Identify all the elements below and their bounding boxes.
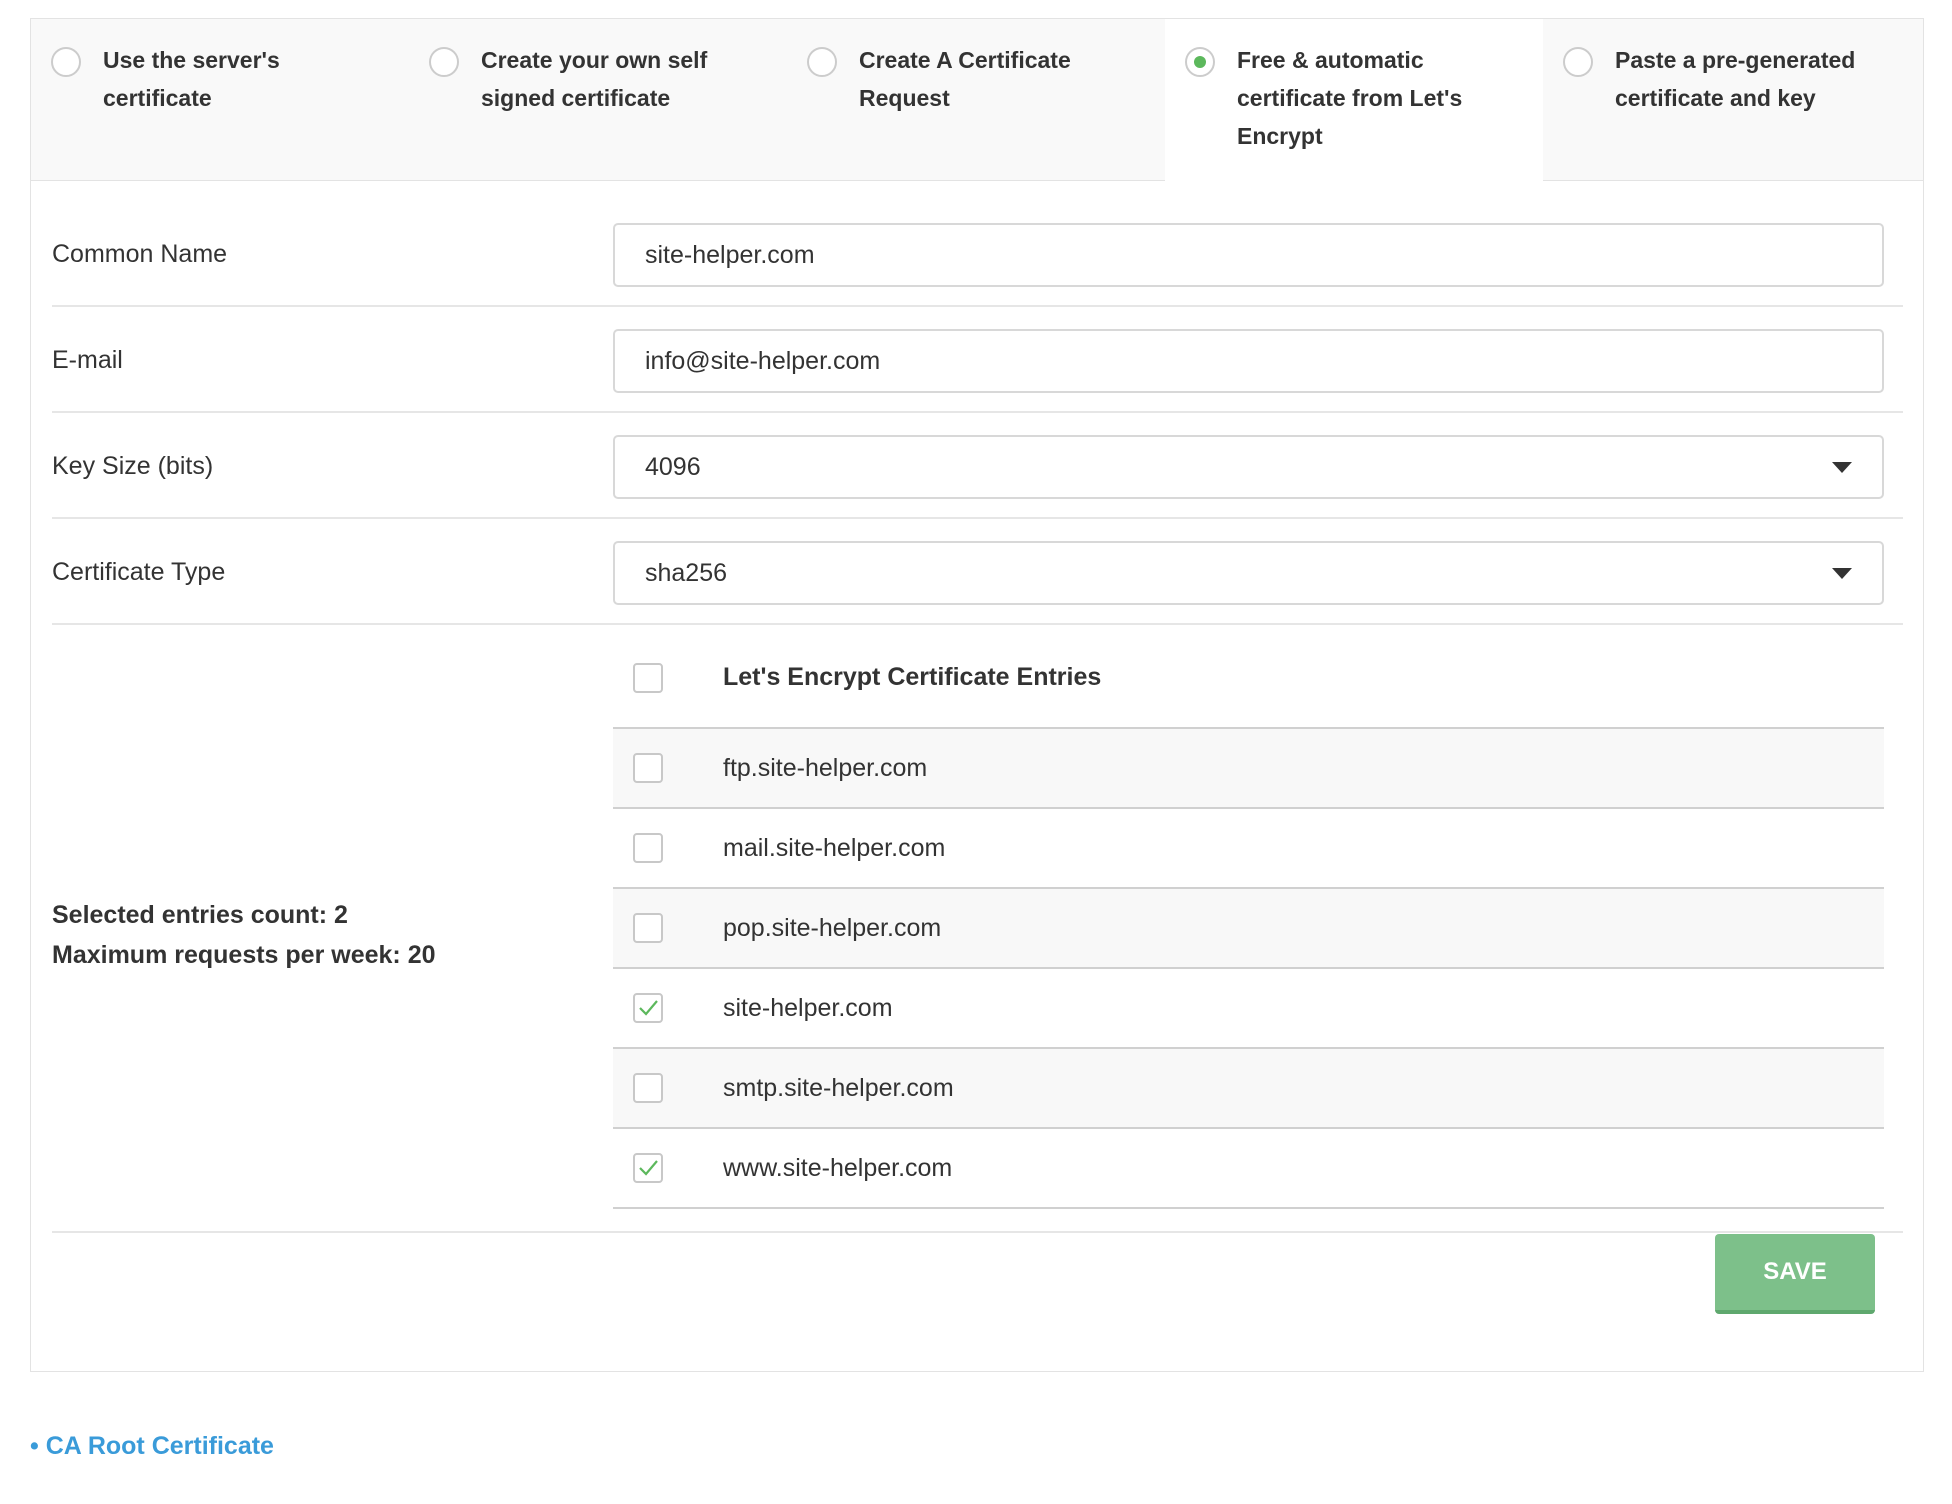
- entry-checkbox[interactable]: [633, 753, 663, 783]
- entries-header-title: Let's Encrypt Certificate Entries: [723, 663, 1102, 691]
- key-size-row: Key Size (bits) 4096: [52, 413, 1903, 519]
- email-value: info@site-helper.com: [645, 347, 881, 375]
- certificate-mode-tabs: Use the server's certificate Create your…: [31, 19, 1923, 181]
- entry-name: site-helper.com: [723, 994, 893, 1022]
- list-item: smtp.site-helper.com: [613, 1049, 1884, 1129]
- list-item: www.site-helper.com: [613, 1129, 1884, 1209]
- entries-header: Let's Encrypt Certificate Entries: [613, 627, 1884, 729]
- key-size-label: Key Size (bits): [52, 452, 214, 480]
- email-input[interactable]: info@site-helper.com: [613, 329, 1884, 393]
- tab-label: Free & automatic certificate from Let's …: [1237, 47, 1463, 149]
- selected-entries-count: Selected entries count: 2: [52, 901, 348, 929]
- common-name-input[interactable]: site-helper.com: [613, 223, 1884, 287]
- tab-use-server-certificate[interactable]: Use the server's certificate: [31, 19, 410, 181]
- common-name-value: site-helper.com: [645, 241, 815, 269]
- radio-selected-icon[interactable]: [1185, 47, 1215, 77]
- email-row: E-mail info@site-helper.com: [52, 307, 1903, 413]
- tab-label: Create A Certificate Request: [859, 47, 1071, 111]
- common-name-row: Common Name site-helper.com: [52, 201, 1903, 307]
- list-item: site-helper.com: [613, 969, 1884, 1049]
- tab-lets-encrypt[interactable]: Free & automatic certificate from Let's …: [1165, 19, 1544, 181]
- certificate-type-select[interactable]: sha256: [613, 541, 1884, 605]
- checkmark-icon: [639, 1000, 658, 1016]
- common-name-label: Common Name: [52, 240, 228, 268]
- key-size-select[interactable]: 4096: [613, 435, 1884, 499]
- list-item: pop.site-helper.com: [613, 889, 1884, 969]
- entry-name: mail.site-helper.com: [723, 834, 946, 862]
- entry-name: www.site-helper.com: [723, 1154, 953, 1182]
- radio-icon[interactable]: [51, 47, 81, 77]
- tab-label: Use the server's certificate: [103, 47, 280, 111]
- max-requests-per-week: Maximum requests per week: 20: [52, 941, 436, 969]
- save-button[interactable]: SAVE: [1715, 1234, 1875, 1314]
- entries-summary: Selected entries count: 2 Maximum reques…: [52, 895, 436, 975]
- email-label: E-mail: [52, 346, 123, 374]
- entry-checkbox[interactable]: [633, 993, 663, 1023]
- certificate-type-value: sha256: [645, 559, 728, 587]
- list-item: mail.site-helper.com: [613, 809, 1884, 889]
- tab-paste-certificate[interactable]: Paste a pre-generated certificate and ke…: [1543, 19, 1923, 181]
- key-size-value: 4096: [645, 453, 701, 481]
- chevron-down-icon: [1832, 462, 1852, 473]
- entry-checkbox[interactable]: [633, 833, 663, 863]
- tab-label: Create your own self signed certificate: [481, 47, 708, 111]
- list-item: ftp.site-helper.com: [613, 729, 1884, 809]
- entry-checkbox[interactable]: [633, 1073, 663, 1103]
- ca-root-certificate-link[interactable]: • CA Root Certificate: [30, 1432, 274, 1461]
- radio-icon[interactable]: [1563, 47, 1593, 77]
- radio-icon[interactable]: [429, 47, 459, 77]
- tab-self-signed-certificate[interactable]: Create your own self signed certificate: [409, 19, 788, 181]
- certificate-type-row: Certificate Type sha256: [52, 519, 1903, 625]
- entry-name: pop.site-helper.com: [723, 914, 942, 942]
- entries-section: Selected entries count: 2 Maximum reques…: [52, 627, 1903, 1233]
- checkmark-icon: [639, 1160, 658, 1176]
- entry-name: smtp.site-helper.com: [723, 1074, 954, 1102]
- radio-icon[interactable]: [807, 47, 837, 77]
- entry-checkbox[interactable]: [633, 1153, 663, 1183]
- tab-label: Paste a pre-generated certificate and ke…: [1615, 47, 1856, 111]
- chevron-down-icon: [1832, 568, 1852, 579]
- certificate-type-label: Certificate Type: [52, 558, 226, 586]
- tab-certificate-request[interactable]: Create A Certificate Request: [787, 19, 1166, 181]
- select-all-checkbox[interactable]: [633, 663, 663, 693]
- ssl-certificate-panel: Use the server's certificate Create your…: [30, 18, 1924, 1372]
- entries-list: Let's Encrypt Certificate Entries ftp.si…: [613, 627, 1884, 1209]
- entry-name: ftp.site-helper.com: [723, 754, 928, 782]
- entry-checkbox[interactable]: [633, 913, 663, 943]
